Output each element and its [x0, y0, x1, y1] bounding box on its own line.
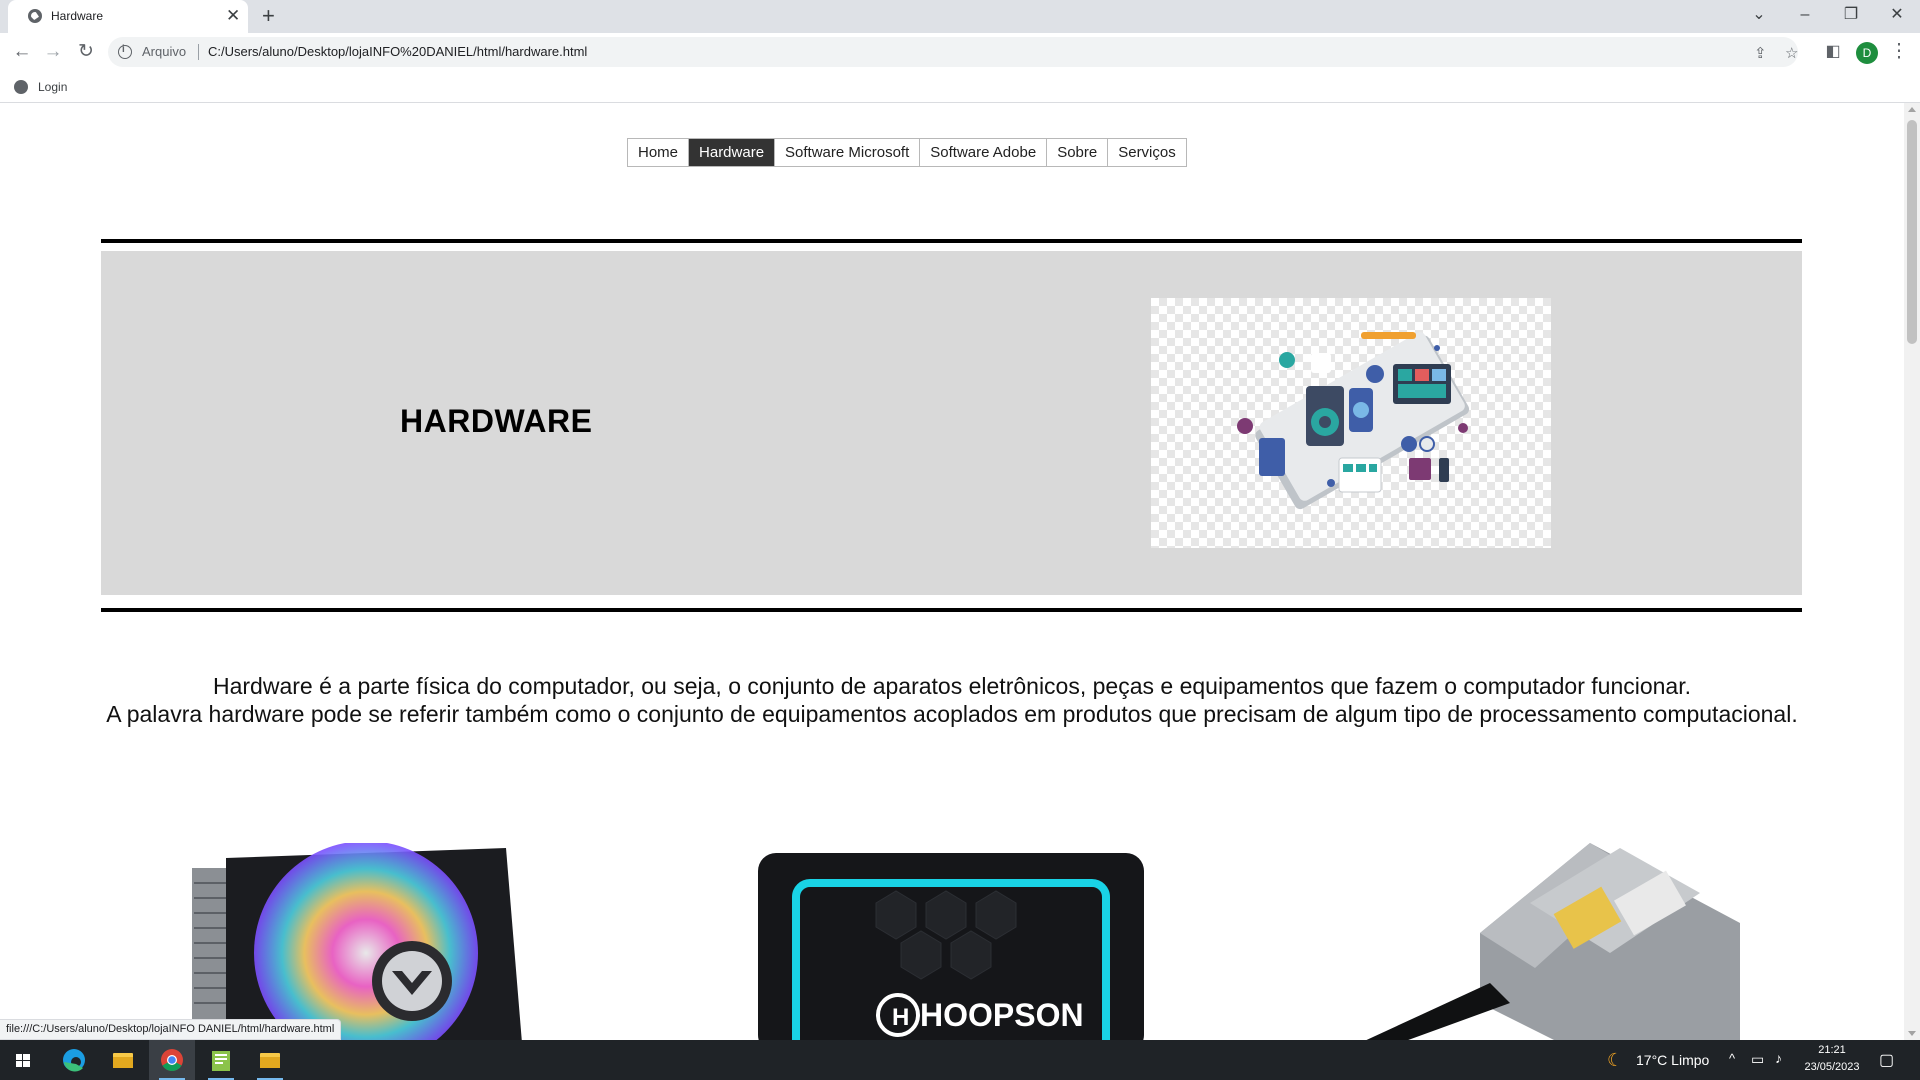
- nav-item-software-adobe[interactable]: Software Adobe: [920, 139, 1048, 166]
- page-scrollbar[interactable]: [1904, 103, 1920, 1040]
- nav-item-servios[interactable]: Serviços: [1108, 139, 1186, 166]
- side-panel-icon[interactable]: ◧: [1821, 42, 1845, 62]
- top-divider: [101, 239, 1802, 243]
- start-icon[interactable]: [0, 1040, 46, 1080]
- page-title: HARDWARE: [400, 403, 593, 439]
- page-content: Home Hardware Software Microsoft Software A…: [0, 103, 1904, 1040]
- weather-text[interactable]: 17°C Limpo: [1636, 1052, 1709, 1068]
- url-text[interactable]: C:/Users/aluno/Desktop/lojaINFO%20DANIEL…: [208, 44, 587, 59]
- notification-icon[interactable]: ▢: [1879, 1050, 1894, 1070]
- folder-icon[interactable]: [247, 1040, 293, 1080]
- notepad-plus-icon[interactable]: [198, 1040, 244, 1080]
- close-tab-icon[interactable]: ✕: [226, 6, 240, 26]
- browser-toolbar: ← → ↻ Arquivo C:/Users/aluno/Desktop/loj…: [0, 33, 1920, 71]
- svg-text:H: H: [892, 1004, 909, 1031]
- browser-tab[interactable]: Hardware ✕: [8, 0, 248, 33]
- restore-icon[interactable]: ❐: [1836, 3, 1866, 27]
- optical-drive-icon: [1360, 843, 1740, 1040]
- nav-item-sobre[interactable]: Sobre: [1047, 139, 1109, 166]
- nav-item-software-microsoft[interactable]: Software Microsoft: [775, 139, 921, 166]
- close-window-icon[interactable]: ✕: [1882, 3, 1912, 27]
- cpu-cooler-icon: [186, 843, 522, 1040]
- minimize-icon[interactable]: –: [1790, 3, 1820, 27]
- volume-icon[interactable]: ♪: [1775, 1050, 1782, 1066]
- scroll-up-icon[interactable]: [1908, 107, 1916, 112]
- reload-icon[interactable]: ↻: [74, 42, 98, 62]
- screen: Hardware ✕ + ⌄ – ❐ ✕ ← → ↻ Arquivo C:/Us…: [0, 0, 1920, 1080]
- ssd-brand: HOOPSON: [920, 997, 1084, 1033]
- tab-strip: Hardware ✕ + ⌄ – ❐ ✕: [0, 0, 1920, 33]
- main-nav: Home Hardware Software Microsoft Software A…: [627, 138, 1187, 167]
- ssd-icon: H HOOPSON: [756, 843, 1146, 1040]
- tab-search-icon[interactable]: ⌄: [1744, 3, 1774, 27]
- description-line-1: Hardware é a parte física do computador,…: [212, 673, 1692, 699]
- weather-moon-icon: ☾: [1607, 1050, 1624, 1070]
- scroll-thumb[interactable]: [1907, 120, 1917, 344]
- new-tab-icon[interactable]: +: [262, 4, 275, 28]
- chrome-icon[interactable]: [149, 1040, 195, 1080]
- bookmarks-bar: Login: [0, 71, 1920, 103]
- hardware-description: Hardware é a parte física do computador,…: [0, 672, 1904, 728]
- profile-avatar[interactable]: D: [1856, 42, 1878, 64]
- bottom-divider: [101, 608, 1802, 612]
- status-url: file:///C:/Users/aluno/Desktop/lojaINFO …: [0, 1019, 342, 1040]
- nav-item-home[interactable]: Home: [628, 139, 690, 166]
- bookmark-login[interactable]: Login: [38, 80, 67, 94]
- hardware-illustration-icon: [1151, 298, 1551, 548]
- forward-icon[interactable]: →: [41, 42, 65, 62]
- description-line-2: A palavra hardware pode se referir també…: [106, 701, 1798, 727]
- clock-date[interactable]: 23/05/2023: [1796, 1061, 1868, 1073]
- share-icon[interactable]: ⇪: [1754, 44, 1767, 62]
- hardware-banner: HARDWARE: [101, 251, 1802, 595]
- clock-time[interactable]: 21:21: [1796, 1044, 1868, 1056]
- taskbar: ☾ 17°C Limpo ^ ▭ ♪ 21:21 23/05/2023 ▢: [0, 1040, 1920, 1080]
- info-icon[interactable]: [118, 44, 132, 59]
- nav-item-hardware[interactable]: Hardware: [689, 139, 776, 166]
- globe-icon: [14, 80, 28, 94]
- chevron-up-icon[interactable]: ^: [1729, 1051, 1735, 1066]
- back-icon[interactable]: ←: [10, 42, 34, 62]
- network-icon[interactable]: ▭: [1751, 1051, 1764, 1068]
- globe-icon: [28, 9, 42, 23]
- edge-icon[interactable]: [51, 1040, 97, 1080]
- security-label: Arquivo: [142, 44, 187, 59]
- address-bar[interactable]: Arquivo C:/Users/aluno/Desktop/lojaINFO%…: [108, 37, 1798, 67]
- tab-title: Hardware: [51, 9, 104, 23]
- scroll-down-icon[interactable]: [1908, 1031, 1916, 1036]
- bookmark-star-icon[interactable]: ☆: [1785, 44, 1798, 62]
- address-separator: [198, 44, 199, 60]
- menu-kebab-icon[interactable]: ⋮: [1887, 42, 1911, 62]
- file-explorer-icon[interactable]: [100, 1040, 146, 1080]
